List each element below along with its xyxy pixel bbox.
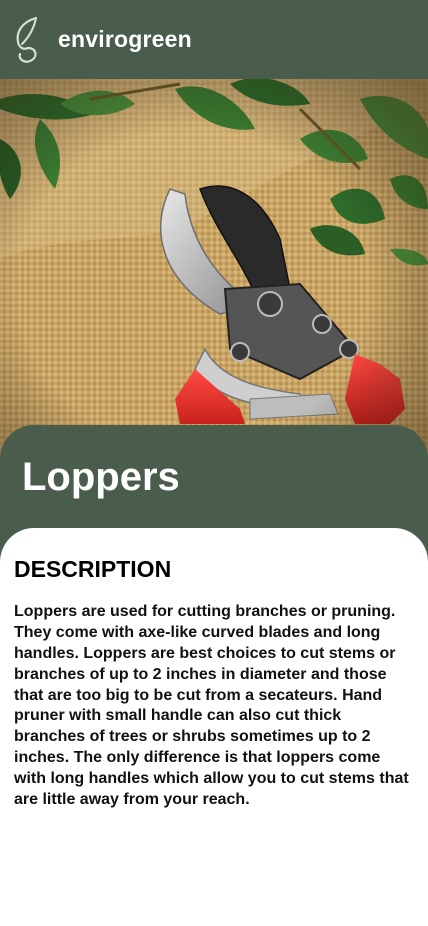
description-text: Loppers are used for cutting branches or…	[14, 603, 409, 808]
description-section: DESCRIPTION Loppers are used for cutting…	[0, 528, 428, 926]
pruning-shears-photo	[0, 79, 428, 459]
product-title: Loppers	[22, 455, 180, 499]
product-hero-image	[0, 79, 428, 459]
app-header: envirogreen	[0, 0, 428, 79]
description-heading: DESCRIPTION	[14, 556, 172, 582]
brand-name: envirogreen	[58, 26, 192, 52]
leaf-logo-icon[interactable]	[12, 14, 42, 66]
